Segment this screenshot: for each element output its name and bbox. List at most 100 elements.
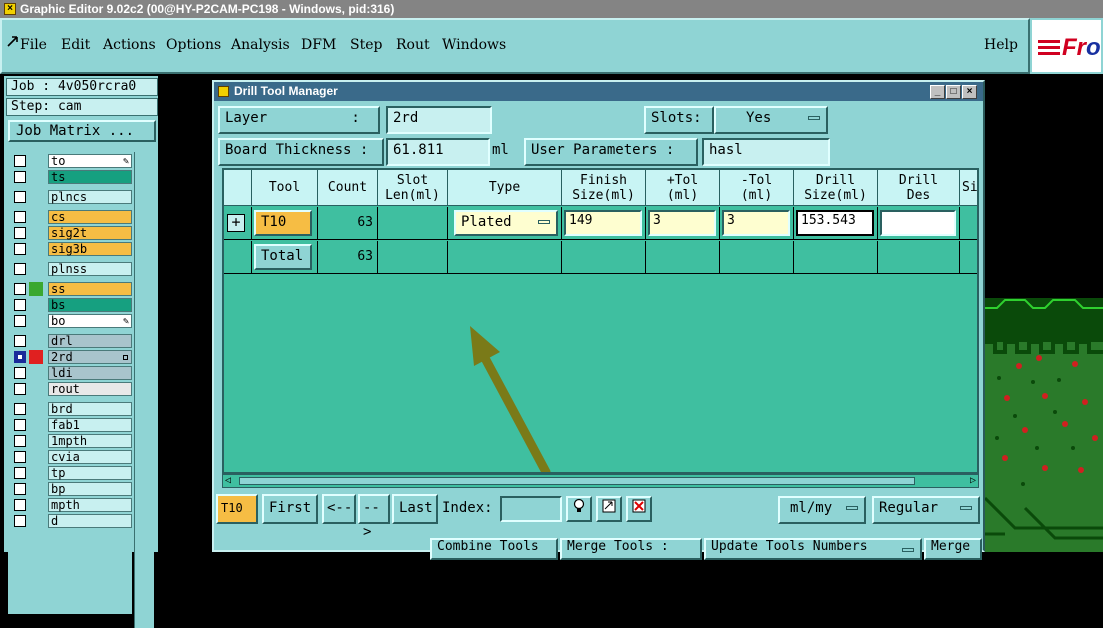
layer-row-rout[interactable]: rout	[14, 382, 132, 396]
layer-value[interactable]: 2rd	[386, 106, 492, 134]
layer-name: plnss	[48, 262, 132, 276]
layer-row-cvia[interactable]: cvia	[14, 450, 132, 464]
menu-file[interactable]: File	[20, 37, 47, 53]
layer-row-fab1[interactable]: fab1	[14, 418, 132, 432]
merge-button[interactable]: Merge	[924, 538, 982, 560]
layer-checkbox[interactable]	[14, 315, 26, 327]
layer-row-bp[interactable]: bp	[14, 482, 132, 496]
close-icon[interactable]: ×	[962, 85, 977, 99]
layer-row-plnss[interactable]: plnss	[14, 262, 132, 276]
layer-row-ldi[interactable]: ldi	[14, 366, 132, 380]
update-tools-numbers-dropdown[interactable]: Update Tools Numbers	[704, 538, 922, 560]
job-matrix-button[interactable]: Job Matrix ...	[8, 120, 156, 142]
user-parameters-button[interactable]: User Parameters :	[524, 138, 698, 166]
prev-button[interactable]: <--	[322, 494, 356, 524]
layer-row-bo[interactable]: bo ✎	[14, 314, 132, 328]
maximize-icon[interactable]: □	[946, 85, 961, 99]
layer-row-d[interactable]: d	[14, 514, 132, 528]
layer-checkbox[interactable]	[14, 451, 26, 463]
layer-checkbox[interactable]	[14, 403, 26, 415]
board-thickness-input[interactable]: 61.811	[386, 138, 490, 166]
units-dropdown[interactable]: ml/my	[778, 496, 866, 524]
layer-row-sig3b[interactable]: sig3b	[14, 242, 132, 256]
menu-dfm[interactable]: DFM	[301, 37, 336, 53]
layer-name: 2rd	[48, 350, 132, 364]
layer-row-mpth[interactable]: mpth	[14, 498, 132, 512]
layer-name: cvia	[48, 450, 132, 464]
menu-rout[interactable]: Rout	[396, 37, 430, 53]
layer-checkbox[interactable]	[14, 283, 26, 295]
dialog-app-icon	[218, 86, 229, 97]
layer-row-drl[interactable]: drl	[14, 334, 132, 348]
layer-row-ts[interactable]: ts	[14, 170, 132, 184]
minimize-icon[interactable]: _	[930, 85, 945, 99]
layer-row-2rd[interactable]: 2rd	[14, 350, 132, 364]
slots-dropdown[interactable]: Yes	[714, 106, 828, 134]
layer-checkbox[interactable]	[14, 243, 26, 255]
step-name: Step: cam	[6, 98, 158, 116]
layer-row-ss[interactable]: ss	[14, 282, 132, 296]
layer-checkbox[interactable]	[14, 171, 26, 183]
merge-tools-label: Merge Tools :	[560, 538, 702, 560]
pencil-icon: ✎	[122, 156, 129, 167]
menu-windows[interactable]: Windows	[442, 37, 506, 53]
layer-row-brd[interactable]: brd	[14, 402, 132, 416]
layer-name: fab1	[48, 418, 132, 432]
combine-tools-button[interactable]: Combine Tools	[430, 538, 558, 560]
layer-checkbox[interactable]	[14, 515, 26, 527]
menu-actions[interactable]: Actions	[103, 37, 156, 53]
user-parameters-value[interactable]: hasl	[702, 138, 830, 166]
board-view[interactable]	[985, 298, 1103, 552]
dialog-titlebar[interactable]: Drill Tool Manager _ □ ×	[214, 82, 983, 101]
layer-row-bs[interactable]: bs	[14, 298, 132, 312]
scroll-left-icon[interactable]: ◁	[225, 476, 231, 486]
layer-checkbox[interactable]	[14, 499, 26, 511]
layer-row-plncs[interactable]: plncs	[14, 190, 132, 204]
menu-analysis[interactable]: Analysis	[231, 37, 290, 53]
menu-options[interactable]: Options	[166, 37, 221, 53]
layer-name: to ✎	[48, 154, 132, 168]
layer-checkbox[interactable]	[14, 299, 26, 311]
menu-edit[interactable]: Edit	[61, 37, 90, 53]
layer-checkbox[interactable]	[14, 435, 26, 447]
layer-row-to[interactable]: to ✎	[14, 154, 132, 168]
scroll-right-icon[interactable]: ▷	[970, 476, 976, 486]
layer-checkbox[interactable]	[14, 419, 26, 431]
first-button[interactable]: First	[262, 494, 318, 524]
refresh-icon[interactable]	[596, 496, 622, 522]
layer-checkbox[interactable]	[14, 155, 26, 167]
board-thickness-unit: ml	[492, 142, 509, 158]
layer-row-tp[interactable]: tp	[14, 466, 132, 480]
layer-row-1mpth[interactable]: 1mpth	[14, 434, 132, 448]
layer-checkbox[interactable]	[14, 227, 26, 239]
layer-list: to ✎ ts plncs cs sig2t sig3b plnss ss bs bo ✎ drl 2rd…	[8, 152, 132, 614]
layer-checkbox[interactable]	[14, 483, 26, 495]
layer-checkbox[interactable]	[14, 383, 26, 395]
bulb-icon[interactable]	[566, 496, 592, 522]
layer-checkbox[interactable]	[14, 335, 26, 347]
layer-checkbox[interactable]	[14, 263, 26, 275]
dialog-title: Drill Tool Manager	[234, 84, 338, 98]
layer-row-sig2t[interactable]: sig2t	[14, 226, 132, 240]
delete-icon[interactable]	[626, 496, 652, 522]
layer-name: drl	[48, 334, 132, 348]
tool-table: Tool Count Slot Len(ml) Type Finish Size…	[222, 168, 979, 474]
scroll-thumb[interactable]	[239, 477, 915, 485]
table-horizontal-scrollbar[interactable]: ◁ ▷	[222, 474, 979, 488]
layer-checkbox[interactable]	[14, 367, 26, 379]
layer-color-swatch	[29, 350, 43, 364]
layer-name: rout	[48, 382, 132, 396]
layer-checkbox[interactable]	[14, 211, 26, 223]
layer-row-cs[interactable]: cs	[14, 210, 132, 224]
layer-checkbox[interactable]	[14, 191, 26, 203]
index-input[interactable]	[500, 496, 562, 522]
layer-checkbox[interactable]	[14, 467, 26, 479]
layer-checkbox[interactable]	[14, 351, 26, 363]
menu-help[interactable]: Help	[984, 37, 1018, 53]
menu-step[interactable]: Step	[350, 37, 382, 53]
mode-dropdown[interactable]: Regular	[872, 496, 980, 524]
last-button[interactable]: Last	[392, 494, 438, 524]
layer-list-scrollbar[interactable]	[134, 152, 154, 628]
next-button[interactable]: -->	[358, 494, 390, 540]
pointer-arrow-icon	[7, 36, 18, 47]
